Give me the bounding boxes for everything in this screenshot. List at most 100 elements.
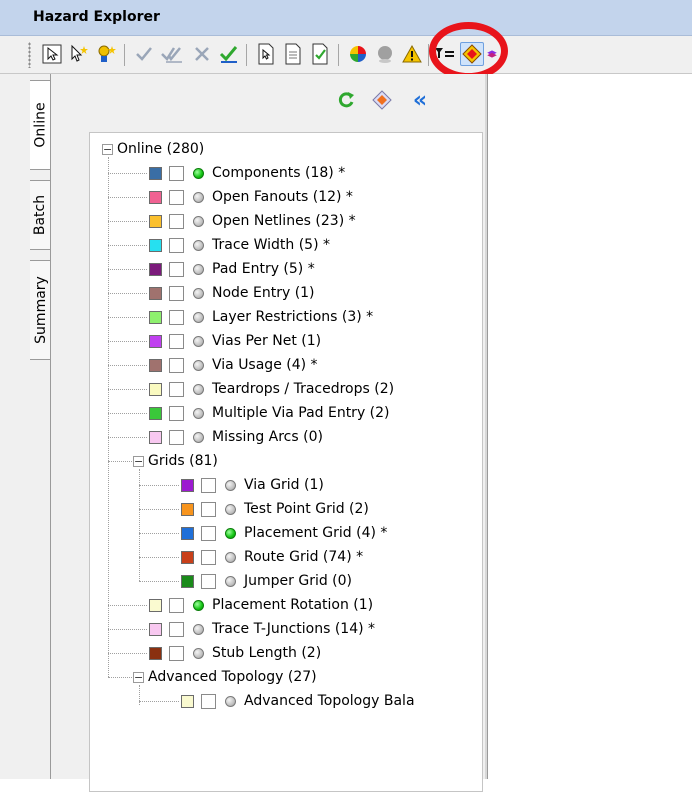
tree-group-label: Grids (81) bbox=[148, 453, 218, 469]
color-swatch[interactable] bbox=[149, 382, 162, 396]
approve-all-button[interactable] bbox=[160, 42, 184, 66]
refresh-button[interactable] bbox=[333, 87, 359, 113]
color-swatch[interactable] bbox=[149, 310, 162, 324]
reject-button[interactable] bbox=[190, 42, 214, 66]
visibility-checkbox[interactable] bbox=[169, 237, 184, 253]
hazard-item-label: Multiple Via Pad Entry (2) bbox=[212, 405, 390, 421]
visibility-checkbox[interactable] bbox=[169, 381, 184, 397]
color-swatch[interactable] bbox=[181, 550, 194, 564]
hazard-tree-item[interactable]: Missing Arcs (0) bbox=[149, 425, 323, 449]
visibility-checkbox[interactable] bbox=[169, 621, 184, 637]
collapse-panel-button[interactable]: « bbox=[407, 87, 433, 113]
color-swatch[interactable] bbox=[181, 574, 194, 588]
hazard-tree-item[interactable]: Components (18) * bbox=[149, 161, 345, 185]
hazard-tree-item[interactable]: Vias Per Net (1) bbox=[149, 329, 321, 353]
status-grey-icon bbox=[193, 311, 204, 323]
color-swatch[interactable] bbox=[149, 646, 162, 660]
report-button[interactable] bbox=[254, 42, 278, 66]
color-swatch[interactable] bbox=[149, 190, 162, 204]
hazard-tree-item[interactable]: Advanced Topology Bala bbox=[181, 689, 415, 713]
visibility-checkbox[interactable] bbox=[169, 405, 184, 421]
color-swatch[interactable] bbox=[149, 358, 162, 372]
tree-connector-line bbox=[139, 533, 179, 534]
hazard-tree-item[interactable]: Pad Entry (5) * bbox=[149, 257, 315, 281]
color-swatch[interactable] bbox=[149, 238, 162, 252]
document-check-button[interactable] bbox=[308, 42, 332, 66]
tree-group-row[interactable]: − Grids (81) bbox=[133, 449, 218, 473]
tree-group-row[interactable]: − Advanced Topology (27) bbox=[133, 665, 317, 689]
title-bar: Hazard Explorer bbox=[0, 0, 692, 36]
warning-button[interactable] bbox=[400, 42, 424, 66]
visibility-checkbox[interactable] bbox=[169, 645, 184, 661]
visibility-checkbox[interactable] bbox=[201, 573, 216, 589]
hazard-tree-item[interactable]: Via Usage (4) * bbox=[149, 353, 318, 377]
tab-summary[interactable]: Summary bbox=[30, 260, 52, 360]
diamond-icon bbox=[372, 90, 392, 110]
visibility-checkbox[interactable] bbox=[201, 477, 216, 493]
visibility-checkbox[interactable] bbox=[169, 285, 184, 301]
approve-selected-button[interactable] bbox=[217, 42, 241, 66]
hazard-tree-item[interactable]: Trace T-Junctions (14) * bbox=[149, 617, 375, 641]
hazard-tree-item[interactable]: Route Grid (74) * bbox=[181, 545, 363, 569]
toolbar bbox=[0, 36, 692, 74]
visibility-checkbox[interactable] bbox=[201, 549, 216, 565]
tab-batch[interactable]: Batch bbox=[30, 180, 52, 250]
hazard-tree-item[interactable]: Multiple Via Pad Entry (2) bbox=[149, 401, 390, 425]
hazard-tree-item[interactable]: Open Fanouts (12) * bbox=[149, 185, 353, 209]
collapse-toggle[interactable]: − bbox=[133, 671, 144, 683]
hazard-item-label: Trace T-Junctions (14) * bbox=[212, 621, 376, 637]
visibility-checkbox[interactable] bbox=[169, 261, 184, 277]
visibility-checkbox[interactable] bbox=[169, 357, 184, 373]
color-swatch[interactable] bbox=[149, 430, 162, 444]
color-swatch[interactable] bbox=[181, 526, 194, 540]
approve-button[interactable] bbox=[132, 42, 156, 66]
color-button[interactable] bbox=[346, 42, 370, 66]
status-grey-icon bbox=[225, 503, 236, 515]
color-swatch[interactable] bbox=[149, 598, 162, 612]
color-swatch[interactable] bbox=[149, 334, 162, 348]
hazard-tree-item[interactable]: Placement Rotation (1) bbox=[149, 593, 373, 617]
visibility-checkbox[interactable] bbox=[169, 309, 184, 325]
select-pointer-button[interactable] bbox=[67, 42, 91, 66]
visibility-checkbox[interactable] bbox=[201, 525, 216, 541]
color-swatch[interactable] bbox=[181, 502, 194, 516]
hazard-tree-item[interactable]: Trace Width (5) * bbox=[149, 233, 330, 257]
select-person-button[interactable] bbox=[94, 42, 118, 66]
hazard-tree-item[interactable]: Placement Grid (4) * bbox=[181, 521, 387, 545]
hazard-tree-item[interactable]: Stub Length (2) bbox=[149, 641, 321, 665]
hazard-filter-button[interactable] bbox=[369, 87, 395, 113]
hazard-tree-item[interactable]: Layer Restrictions (3) * bbox=[149, 305, 373, 329]
visibility-checkbox[interactable] bbox=[169, 333, 184, 349]
hazard-tree-item[interactable]: Test Point Grid (2) bbox=[181, 497, 369, 521]
color-swatch[interactable] bbox=[149, 622, 162, 636]
color-swatch[interactable] bbox=[149, 406, 162, 420]
color-swatch[interactable] bbox=[181, 478, 194, 492]
hazard-tree-item[interactable]: Teardrops / Tracedrops (2) bbox=[149, 377, 394, 401]
hazard-tree-item[interactable]: Via Grid (1) bbox=[181, 473, 324, 497]
visibility-checkbox[interactable] bbox=[169, 165, 184, 181]
visibility-checkbox[interactable] bbox=[169, 429, 184, 445]
visibility-checkbox[interactable] bbox=[201, 693, 216, 709]
color-swatch[interactable] bbox=[149, 214, 162, 228]
hazard-tree-item[interactable]: Jumper Grid (0) bbox=[181, 569, 352, 593]
color-swatch[interactable] bbox=[149, 166, 162, 180]
select-arrow-button[interactable] bbox=[40, 42, 64, 66]
color-swatch[interactable] bbox=[181, 694, 194, 708]
hazard-item-label: Open Netlines (23) * bbox=[212, 213, 356, 229]
tree-connector-line bbox=[108, 341, 147, 342]
color-swatch[interactable] bbox=[149, 262, 162, 276]
visibility-checkbox[interactable] bbox=[169, 189, 184, 205]
document-button[interactable] bbox=[281, 42, 305, 66]
visibility-checkbox[interactable] bbox=[169, 213, 184, 229]
hazard-tree-item[interactable]: Node Entry (1) bbox=[149, 281, 315, 305]
tab-online[interactable]: Online bbox=[30, 80, 52, 170]
shade-button[interactable] bbox=[373, 42, 397, 66]
hazard-tree-item[interactable]: Open Netlines (23) * bbox=[149, 209, 356, 233]
color-swatch[interactable] bbox=[149, 286, 162, 300]
collapse-toggle[interactable]: − bbox=[133, 455, 144, 467]
visibility-checkbox[interactable] bbox=[169, 597, 184, 613]
collapse-toggle[interactable]: − bbox=[102, 143, 113, 155]
toolbar-grip[interactable] bbox=[28, 42, 31, 68]
tree-group-row[interactable]: − Online (280) bbox=[102, 137, 204, 161]
visibility-checkbox[interactable] bbox=[201, 501, 216, 517]
